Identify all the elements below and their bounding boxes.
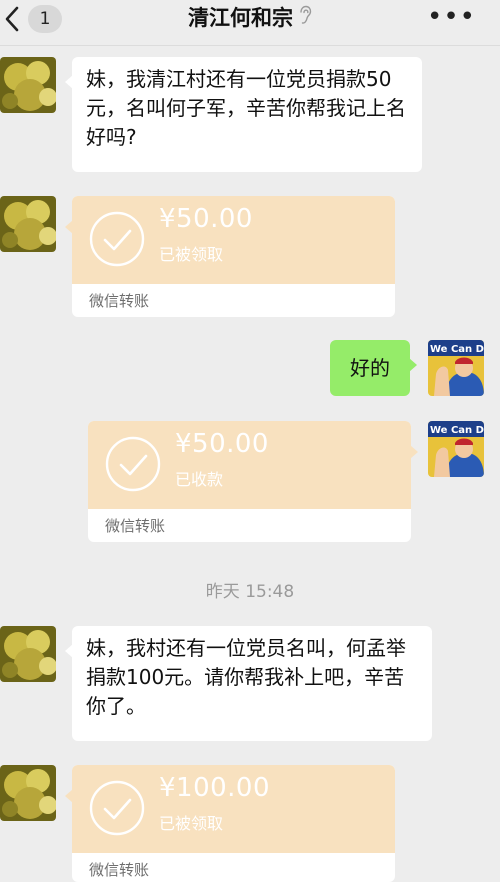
transfer-amount: ¥50.00	[175, 429, 269, 459]
my-avatar[interactable]: We Can Do It!	[428, 340, 484, 396]
svg-text:We Can Do It!: We Can Do It!	[430, 425, 484, 436]
ear-icon	[298, 5, 312, 29]
transfer-status: 已被领取	[159, 814, 224, 833]
my-transfer-card[interactable]: ¥50.00 已收款 微信转账	[88, 421, 418, 542]
message-bubble[interactable]: 妹，我村还有一位党员名叫，何孟举捐款100元。请你帮我补上吧，辛苦你了。	[65, 626, 432, 741]
transfer-card-body: ¥50.00 已收款 微信转账	[88, 421, 411, 542]
message-text: 妹，我村还有一位党员名叫，何孟举捐款100元。请你帮我补上吧，辛苦你了。	[86, 636, 406, 718]
chat-title: 清江何和宗	[188, 6, 293, 30]
transfer-card[interactable]: ¥50.00 已被领取 微信转账	[65, 196, 395, 317]
avatar[interactable]	[0, 196, 56, 252]
message-text: 妹，我清江村还有一位党员捐款50元，名叫何子军，辛苦你帮我记上名好吗?	[86, 67, 406, 149]
message-bubble[interactable]: 妹，我清江村还有一位党员捐款50元，名叫何子军，辛苦你帮我记上名好吗?	[65, 57, 422, 172]
title-area: 清江何和宗	[0, 0, 500, 34]
check-circle-icon	[89, 211, 145, 267]
check-circle-icon	[89, 780, 145, 836]
transfer-label: 微信转账	[89, 861, 150, 879]
avatar[interactable]	[0, 626, 56, 682]
transfer-card-body: ¥100.00 已被领取 微信转账	[72, 765, 395, 882]
transfer-status: 已被领取	[159, 245, 224, 264]
avatar[interactable]	[0, 765, 56, 821]
more-icon[interactable]: •••	[427, 4, 476, 30]
avatar[interactable]	[0, 57, 56, 113]
transfer-label: 微信转账	[105, 517, 166, 535]
message-timestamp: 昨天 15:48	[205, 582, 295, 602]
transfer-status: 已收款	[175, 470, 224, 489]
transfer-amount: ¥100.00	[159, 773, 271, 803]
transfer-card[interactable]: ¥100.00 已被领取 微信转账	[65, 765, 395, 882]
check-circle-icon	[105, 436, 161, 492]
my-message-bubble[interactable]: 好的	[330, 340, 417, 396]
transfer-amount: ¥50.00	[159, 204, 253, 234]
my-avatar[interactable]: We Can Do It!	[428, 421, 484, 477]
chat-header: 1 清江何和宗 •••	[0, 0, 500, 46]
svg-text:We Can Do It!: We Can Do It!	[430, 344, 484, 355]
transfer-label: 微信转账	[89, 292, 150, 310]
transfer-card-body: ¥50.00 已被领取 微信转账	[72, 196, 395, 317]
message-text: 好的	[350, 355, 390, 380]
